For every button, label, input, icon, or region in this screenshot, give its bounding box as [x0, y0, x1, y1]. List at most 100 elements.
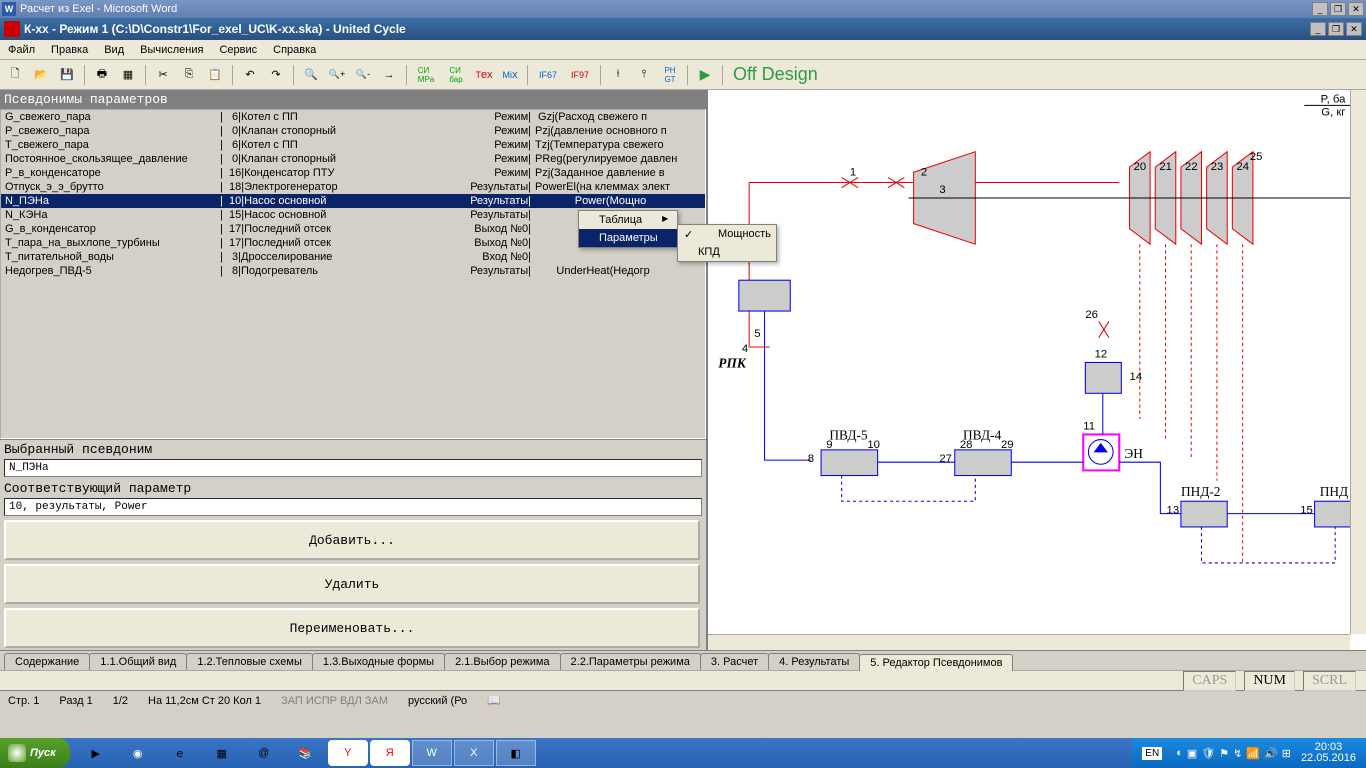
delete-button[interactable]: Удалить — [4, 564, 700, 604]
taskbar: Пуск ▶ ◉ ｅ ▦ @ 📚 Y Я W X ◧ EN ◐▣🛡 ⚑↯📶 🔊⊞… — [0, 738, 1366, 768]
task-library[interactable]: 📚 — [286, 740, 326, 766]
task-mpc[interactable]: ▦ — [202, 740, 242, 766]
tray-icon-2: ▣ — [1187, 747, 1197, 760]
off-design-label: Off Design — [733, 64, 818, 85]
param-row[interactable]: Отпуск_э_э_брутто| 18|ЭлектрогенераторРе… — [1, 180, 705, 194]
chart1-button[interactable]: ⫮ — [607, 64, 629, 86]
svg-text:12: 12 — [1095, 348, 1108, 360]
uc-close-button[interactable]: ✕ — [1346, 22, 1362, 36]
tab-7[interactable]: 4. Результаты — [768, 653, 860, 670]
tray-icon-4: ⚑ — [1219, 747, 1229, 760]
corresponding-param-value[interactable]: 10, результаты, Power — [4, 498, 702, 516]
menu-edit[interactable]: Правка — [51, 44, 88, 56]
run-button[interactable]: ▶ — [694, 64, 716, 86]
zoom-in-button[interactable]: 🔍+ — [326, 64, 348, 86]
start-button[interactable]: Пуск — [0, 738, 70, 768]
ctx-tablica[interactable]: Таблица — [579, 211, 677, 229]
preview-button[interactable]: ▦ — [117, 64, 139, 86]
uc-minimize-button[interactable]: _ — [1310, 22, 1326, 36]
new-button[interactable]: 🗋 — [4, 64, 26, 86]
pgt-button[interactable]: РНGT — [659, 64, 681, 86]
left-panel: Псевдонимы параметров G_свежего_пара| 6|… — [0, 90, 708, 650]
menu-file[interactable]: Файл — [8, 44, 35, 56]
si-bar-button[interactable]: СИбар — [443, 64, 469, 86]
status-position: На 11,2см Ст 20 Кол 1 — [148, 695, 261, 707]
ctx-parametry[interactable]: Параметры — [579, 229, 677, 247]
tray-icons[interactable]: ◐▣🛡 ⚑↯📶 🔊⊞ — [1176, 747, 1291, 760]
zoom-out-button[interactable]: 🔍- — [352, 64, 374, 86]
caps-indicator: CAPS — [1183, 671, 1236, 691]
tab-6[interactable]: 3. Расчет — [700, 653, 769, 670]
task-ie[interactable]: ｅ — [160, 740, 200, 766]
si-mpa-button[interactable]: СИMPa — [413, 64, 439, 86]
tab-0[interactable]: Содержание — [4, 653, 90, 670]
task-excel[interactable]: X — [454, 740, 494, 766]
rename-button[interactable]: Переименовать... — [4, 608, 700, 648]
word-app-icon: W — [2, 2, 16, 16]
add-button[interactable]: Добавить... — [4, 520, 700, 560]
svg-text:11: 11 — [1083, 420, 1095, 432]
schematic-panel[interactable]: P, ба G, кг — [708, 90, 1366, 650]
param-row[interactable]: N_ПЭНа| 10|Насос основнойРезультаты| Pow… — [1, 194, 705, 208]
task-chrome[interactable]: ◉ — [118, 740, 158, 766]
open-button[interactable]: 📂 — [30, 64, 52, 86]
goto-button[interactable]: → — [378, 64, 400, 86]
param-row[interactable]: Постоянное_скользящее_давление| 0|Клапан… — [1, 152, 705, 166]
param-row[interactable]: P_в_конденсаторе| 16|Конденсатор ПТУРежи… — [1, 166, 705, 180]
svg-text:4: 4 — [742, 343, 748, 355]
svg-text:13: 13 — [1167, 505, 1180, 517]
status-section: Разд 1 — [59, 695, 92, 707]
param-row[interactable]: P_свежего_пара| 0|Клапан стопорныйРежим|… — [1, 124, 705, 138]
param-row[interactable]: G_свежего_пара| 6|Котел с ППРежим| Gzj(Р… — [1, 110, 705, 124]
redo-button[interactable]: ↷ — [265, 64, 287, 86]
task-ya[interactable]: Я — [370, 740, 410, 766]
copy-button[interactable]: ⎘ — [178, 64, 200, 86]
vertical-scrollbar[interactable] — [1350, 90, 1366, 634]
uc-restore-button[interactable]: ❐ — [1328, 22, 1344, 36]
tab-2[interactable]: 1.2.Тепловые схемы — [186, 653, 313, 670]
print-button[interactable]: 🖶 — [91, 64, 113, 86]
param-row[interactable]: T_свежего_пара| 6|Котел с ППРежим|Tzj(Те… — [1, 138, 705, 152]
word-close-button[interactable]: ✕ — [1348, 2, 1364, 16]
word-minimize-button[interactable]: _ — [1312, 2, 1328, 16]
tab-1[interactable]: 1.1.Общий вид — [89, 653, 187, 670]
tab-5[interactable]: 2.2.Параметры режима — [560, 653, 701, 670]
language-indicator[interactable]: EN — [1142, 747, 1162, 760]
mix-button[interactable]: Mix — [499, 64, 521, 86]
tray-clock[interactable]: 20:03 22.05.2016 — [1301, 742, 1356, 764]
tab-3[interactable]: 1.3.Выходные формы — [312, 653, 445, 670]
menu-calc[interactable]: Вычисления — [140, 44, 203, 56]
param-list[interactable]: G_свежего_пара| 6|Котел с ППРежим| Gzj(Р… — [0, 109, 706, 439]
chart2-button[interactable]: ⫯ — [633, 64, 655, 86]
cut-button[interactable]: ✂ — [152, 64, 174, 86]
selected-pseudonym-value[interactable]: N_ПЭНа — [4, 459, 702, 477]
menu-view[interactable]: Вид — [104, 44, 124, 56]
tray-icon-5: ↯ — [1233, 747, 1242, 760]
menu-service[interactable]: Сервис — [219, 44, 257, 56]
ctx-moschnost[interactable]: Мощность — [678, 225, 776, 243]
tex-button[interactable]: Tex — [473, 64, 495, 86]
param-row[interactable]: T_питательной_воды| 3|ДросселированиеВхо… — [1, 250, 705, 264]
zoom-1-button[interactable]: 🔍 — [300, 64, 322, 86]
tab-4[interactable]: 2.1.Выбор режима — [444, 653, 560, 670]
context-menu-2: Мощность КПД — [677, 224, 777, 262]
horizontal-scrollbar[interactable] — [708, 634, 1350, 650]
task-mail[interactable]: @ — [244, 740, 284, 766]
task-word[interactable]: W — [412, 740, 452, 766]
ctx-kpd[interactable]: КПД — [678, 243, 776, 261]
paste-button[interactable]: 📋 — [204, 64, 226, 86]
menu-help[interactable]: Справка — [273, 44, 316, 56]
uc-app-icon — [4, 21, 20, 37]
tab-8[interactable]: 5. Редактор Псевдонимов — [859, 654, 1013, 671]
param-row[interactable]: Недогрев_ПВД-5| 8|ПодогревательРезультат… — [1, 264, 705, 278]
task-uc[interactable]: ◧ — [496, 740, 536, 766]
word-restore-button[interactable]: ❐ — [1330, 2, 1346, 16]
word-status-bar: Стр. 1 Разд 1 1/2 На 11,2см Ст 20 Кол 1 … — [0, 690, 1366, 710]
if67-button[interactable]: IF67 — [534, 64, 562, 86]
task-media-player[interactable]: ▶ — [76, 740, 116, 766]
svg-text:21: 21 — [1159, 161, 1172, 173]
if97-button[interactable]: IF97 — [566, 64, 594, 86]
task-yandex[interactable]: Y — [328, 740, 368, 766]
save-button[interactable]: 💾 — [56, 64, 78, 86]
undo-button[interactable]: ↶ — [239, 64, 261, 86]
